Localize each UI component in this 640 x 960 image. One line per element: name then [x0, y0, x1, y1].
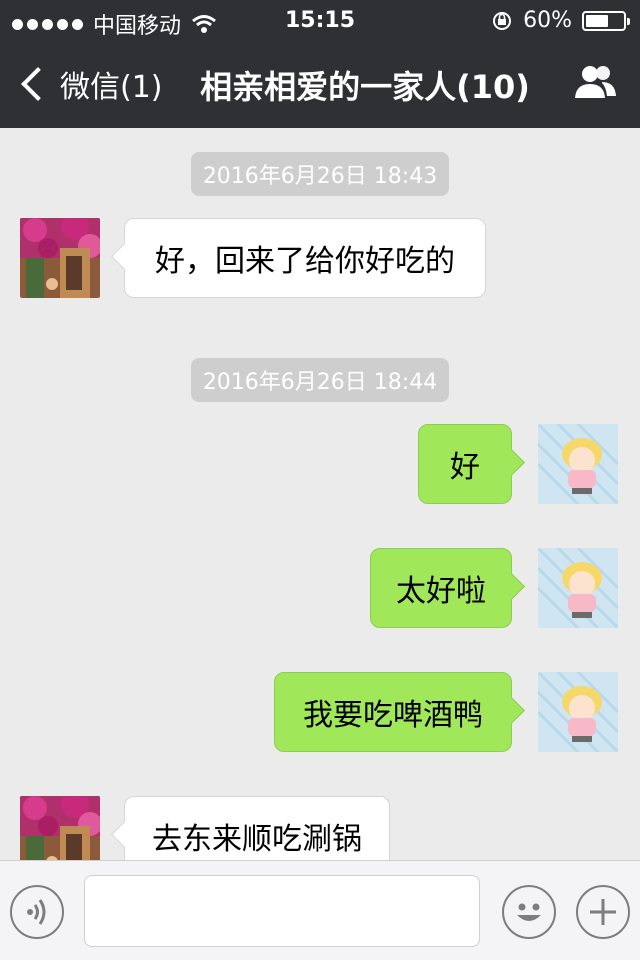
timestamp: 2016年6月26日 18:43 [0, 152, 640, 196]
voice-icon [27, 899, 46, 925]
my-avatar[interactable] [538, 424, 618, 504]
my-avatar[interactable] [538, 672, 618, 752]
back-label: 微信(1) [60, 70, 163, 105]
more-button[interactable] [576, 885, 630, 939]
status-bar: 中国移动 15:15 60% [0, 0, 640, 40]
message-text: 好 [450, 450, 480, 485]
voice-button[interactable] [10, 885, 64, 939]
timestamp: 2016年6月26日 18:44 [0, 358, 640, 402]
battery-percent: 60% [523, 8, 572, 33]
message-text: 去东来顺吃涮锅 [152, 822, 362, 857]
emoji-icon [517, 903, 541, 921]
nav-bar: 微信(1) 相亲相爱的一家人(10) [0, 40, 640, 128]
message-bubble-incoming[interactable]: 去东来顺吃涮锅 [124, 796, 390, 860]
message-bubble-outgoing[interactable]: 我要吃啤酒鸭 [274, 672, 512, 752]
top-bar: 中国移动 15:15 60% 微信(1) 相亲相爱的一家人(10) [0, 0, 640, 128]
chat-title: 相亲相爱的一家人(10) [200, 68, 530, 106]
message-bubble-outgoing[interactable]: 太好啦 [370, 548, 512, 628]
message-input[interactable] [84, 875, 480, 947]
battery-fill [586, 14, 608, 27]
plus-icon [590, 899, 616, 925]
message-bubble-incoming[interactable]: 好，回来了给你好吃的 [124, 218, 486, 298]
chevron-left-icon [21, 67, 55, 101]
input-bar [0, 860, 640, 960]
message-text: 我要吃啤酒鸭 [303, 698, 483, 733]
my-avatar[interactable] [538, 548, 618, 628]
emoji-button[interactable] [502, 885, 556, 939]
message-bubble-outgoing[interactable]: 好 [418, 424, 512, 504]
rotation-lock-icon [493, 11, 512, 30]
people-icon[interactable] [572, 64, 618, 100]
sender-avatar[interactable] [20, 796, 100, 860]
message-text: 好，回来了给你好吃的 [155, 244, 455, 279]
battery-icon [582, 10, 630, 31]
back-button[interactable]: 微信(1) [18, 62, 163, 106]
chat-area[interactable]: 2016年6月26日 18:43 好，回来了给你好吃的 2016年6月26日 1… [0, 128, 640, 860]
message-text: 太好啦 [396, 574, 486, 609]
sender-avatar[interactable] [20, 218, 100, 298]
